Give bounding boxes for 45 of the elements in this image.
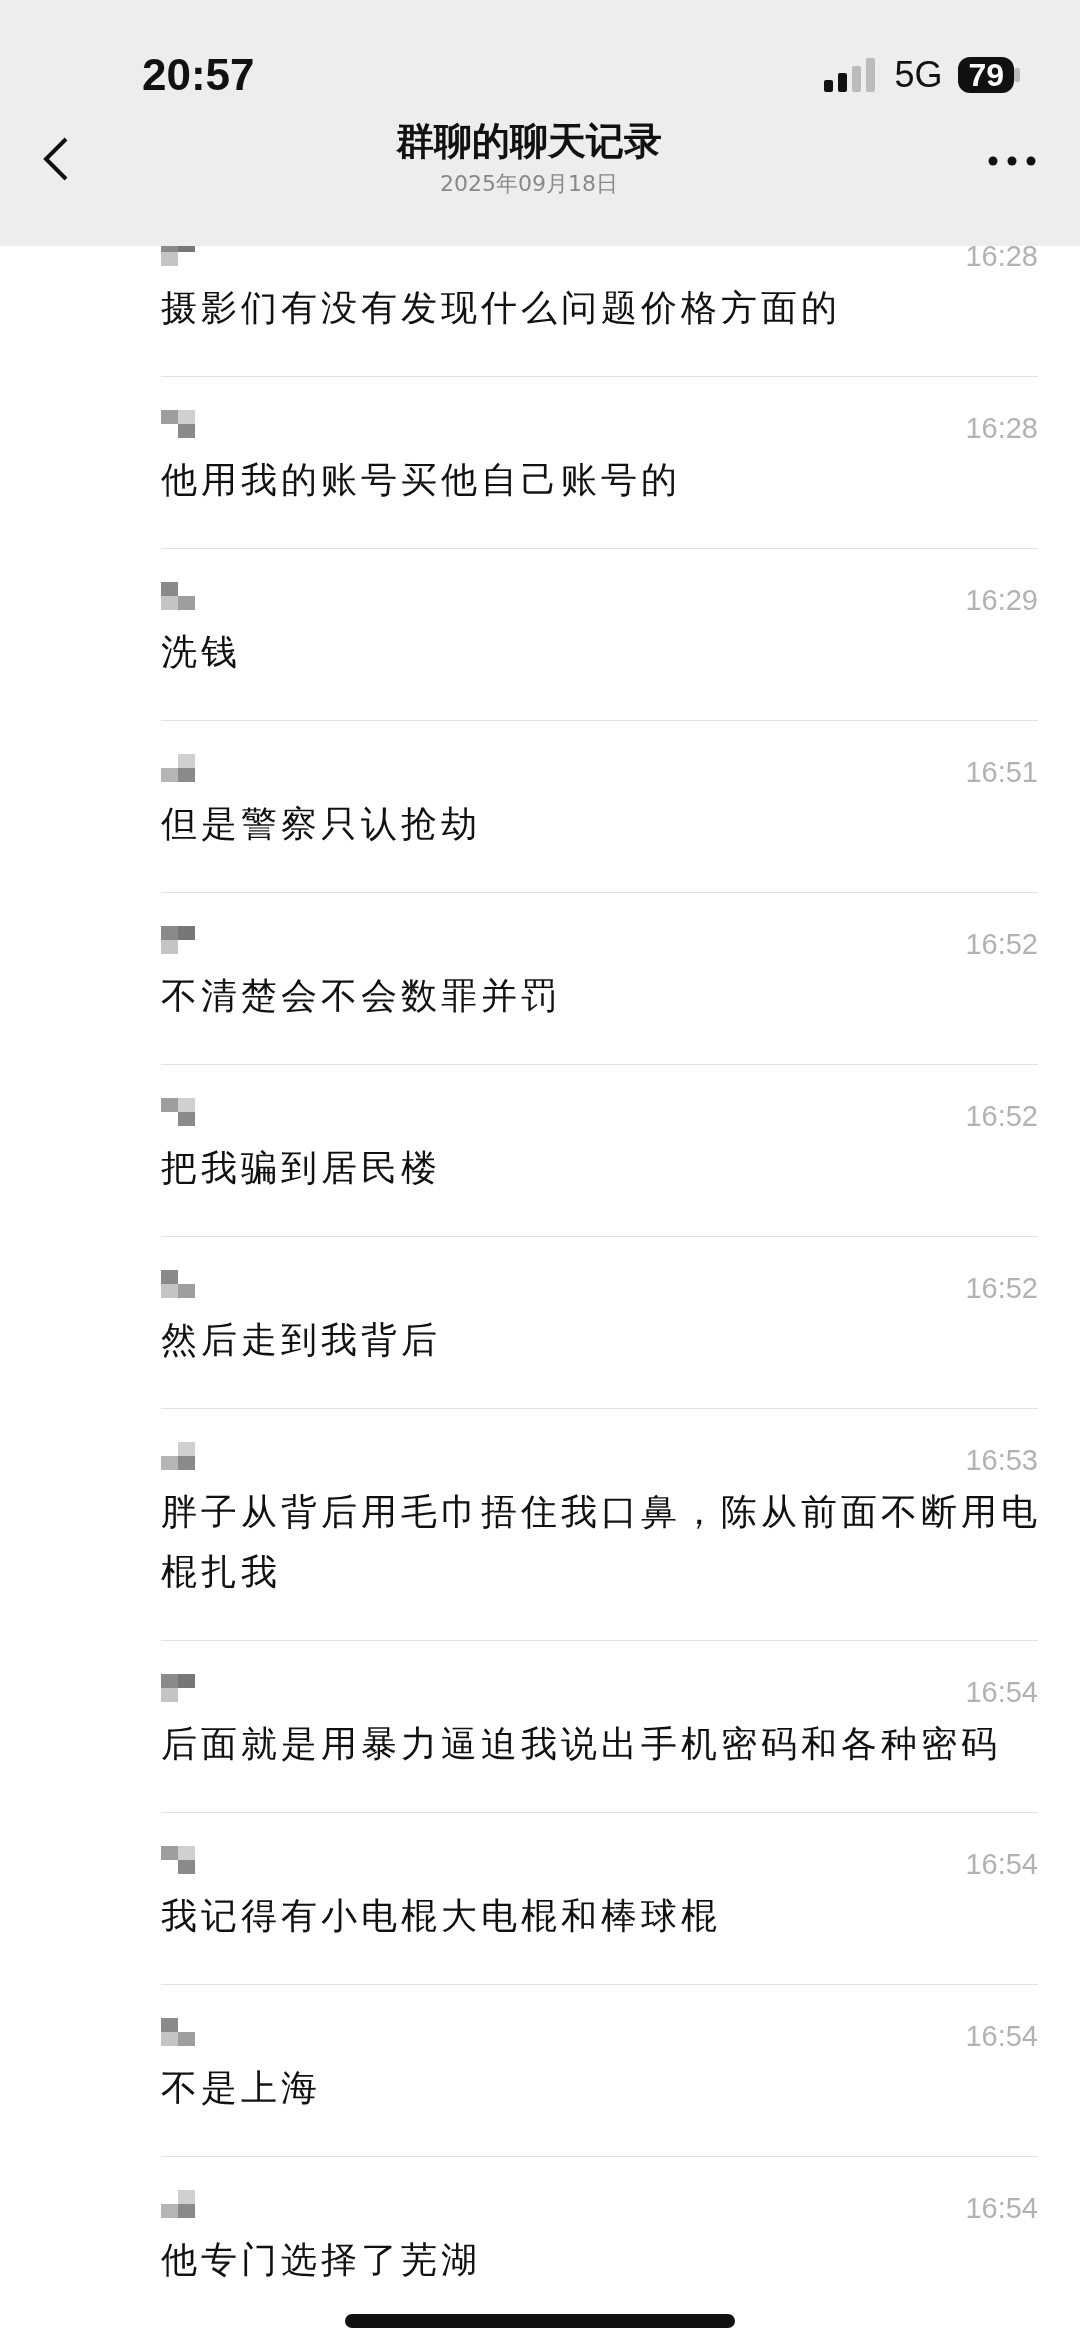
- mosaic-icon: [161, 1442, 195, 1470]
- message-time: 16:54: [965, 2192, 1038, 2225]
- mosaic-icon: [161, 410, 195, 438]
- message-time: 16:54: [965, 2020, 1038, 2053]
- clock-time: 20:57: [142, 50, 255, 100]
- battery-level: 79: [958, 57, 1014, 93]
- network-label: 5G: [894, 54, 943, 96]
- back-icon[interactable]: [42, 136, 70, 182]
- chat-date: 2025年09月18日: [440, 170, 618, 198]
- mosaic-icon: [161, 2190, 195, 2218]
- chat-title: 群聊的聊天记录: [396, 118, 662, 165]
- message-time: 16:52: [965, 1100, 1038, 1133]
- mosaic-icon: [161, 246, 195, 266]
- signal-icon: [824, 58, 877, 92]
- message-text: 后面就是用暴力逼迫我说出手机密码和各种密码: [161, 1722, 1002, 1766]
- message-text: 把我骗到居民楼: [161, 1146, 442, 1190]
- mosaic-icon: [161, 2018, 195, 2046]
- message-text: 不清楚会不会数罪并罚: [161, 974, 562, 1018]
- message-time: 16:29: [965, 584, 1038, 617]
- battery-tip-icon: [1014, 68, 1020, 82]
- message-text: 洗钱: [161, 630, 242, 674]
- mosaic-icon: [161, 1846, 195, 1874]
- mosaic-icon: [161, 1098, 195, 1126]
- mosaic-icon: [161, 1674, 195, 1702]
- message-text: 他用我的账号买他自己账号的: [161, 458, 682, 502]
- message-text: 摄影们有没有发现什么问题价格方面的: [161, 286, 842, 330]
- message-text: 我记得有小电棍大电棍和棒球棍: [161, 1894, 722, 1938]
- message-text: 然后走到我背后: [161, 1318, 442, 1362]
- more-icon[interactable]: [988, 156, 1036, 166]
- message-text: 他专门选择了芜湖: [161, 2238, 482, 2282]
- message-text: 不是上海: [161, 2066, 322, 2110]
- message-time: 16:52: [965, 928, 1038, 961]
- mosaic-icon: [161, 1270, 195, 1298]
- mosaic-icon: [161, 754, 195, 782]
- message-time: 16:51: [965, 756, 1038, 789]
- message-text: 但是警察只认抢劫: [161, 802, 482, 846]
- message-time: 16:52: [965, 1272, 1038, 1305]
- message-time: 16:28: [965, 412, 1038, 445]
- message-time: 16:28: [965, 246, 1038, 273]
- mosaic-icon: [161, 582, 195, 610]
- message-time: 16:54: [965, 1676, 1038, 1709]
- message-time: 16:54: [965, 1848, 1038, 1881]
- message-time: 16:53: [965, 1444, 1038, 1477]
- message-text: 胖子从背后用毛巾捂住我口鼻，陈从前面不断用电棍扎我: [161, 1490, 1042, 1594]
- mosaic-icon: [161, 926, 195, 954]
